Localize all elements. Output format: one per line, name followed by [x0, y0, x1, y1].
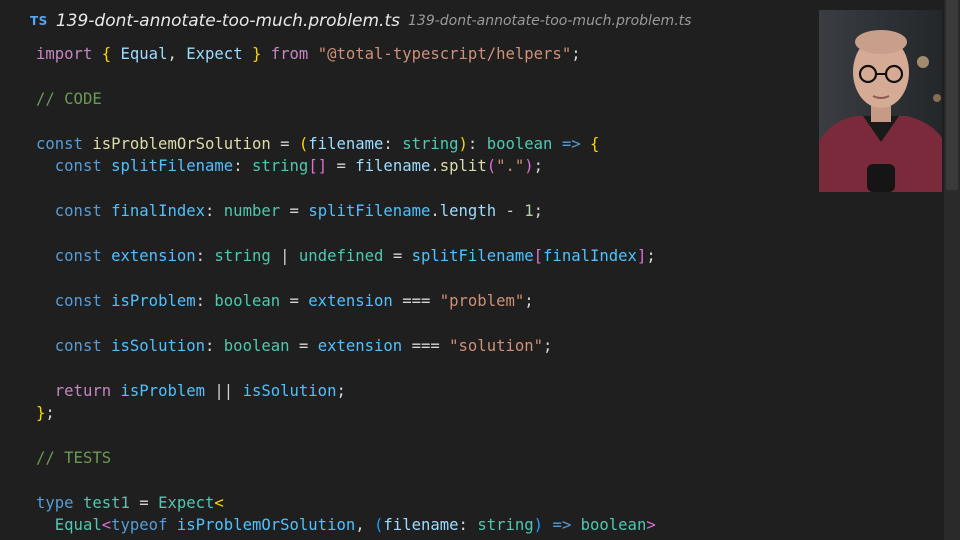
presenter-webcam — [819, 10, 942, 192]
code-line-16: return isProblem || isSolution; — [54, 381, 346, 400]
code-line-14: const isSolution: boolean = extension ==… — [54, 336, 553, 355]
presenter-webcam-image — [819, 10, 942, 192]
code-line-1: import { Equal, Expect } from "@total-ty… — [36, 45, 581, 63]
code-line-10: const extension: string | undefined = sp… — [54, 246, 656, 265]
editor-tab-bar: TS 139-dont-annotate-too-much.problem.ts… — [0, 0, 944, 42]
typescript-file-icon: TS — [30, 14, 48, 28]
code-line-17: }; — [36, 404, 55, 422]
editor-scrollbar[interactable] — [944, 0, 960, 540]
code-line-12: const isProblem: boolean = extension ===… — [54, 291, 534, 310]
code-line-21: type test1 = Expect< — [36, 493, 224, 512]
code-line-6: const splitFilename: string[] = filename… — [54, 157, 544, 176]
code-line-19: // TESTS — [36, 448, 112, 467]
code-line-3: // CODE — [36, 89, 102, 108]
code-line-8: const finalIndex: number = splitFilename… — [54, 202, 544, 221]
code-editor[interactable]: import { Equal, Expect } from "@total-ty… — [36, 43, 656, 537]
scrollbar-thumb[interactable] — [946, 0, 958, 190]
code-line-22: Equal<typeof isProblemOrSolution, (filen… — [54, 516, 656, 535]
tab-filename[interactable]: 139-dont-annotate-too-much.problem.ts — [56, 11, 400, 31]
code-line-5: const isProblemOrSolution = (filename: s… — [36, 134, 600, 153]
tab-file-path: 139-dont-annotate-too-much.problem.ts — [408, 13, 692, 29]
